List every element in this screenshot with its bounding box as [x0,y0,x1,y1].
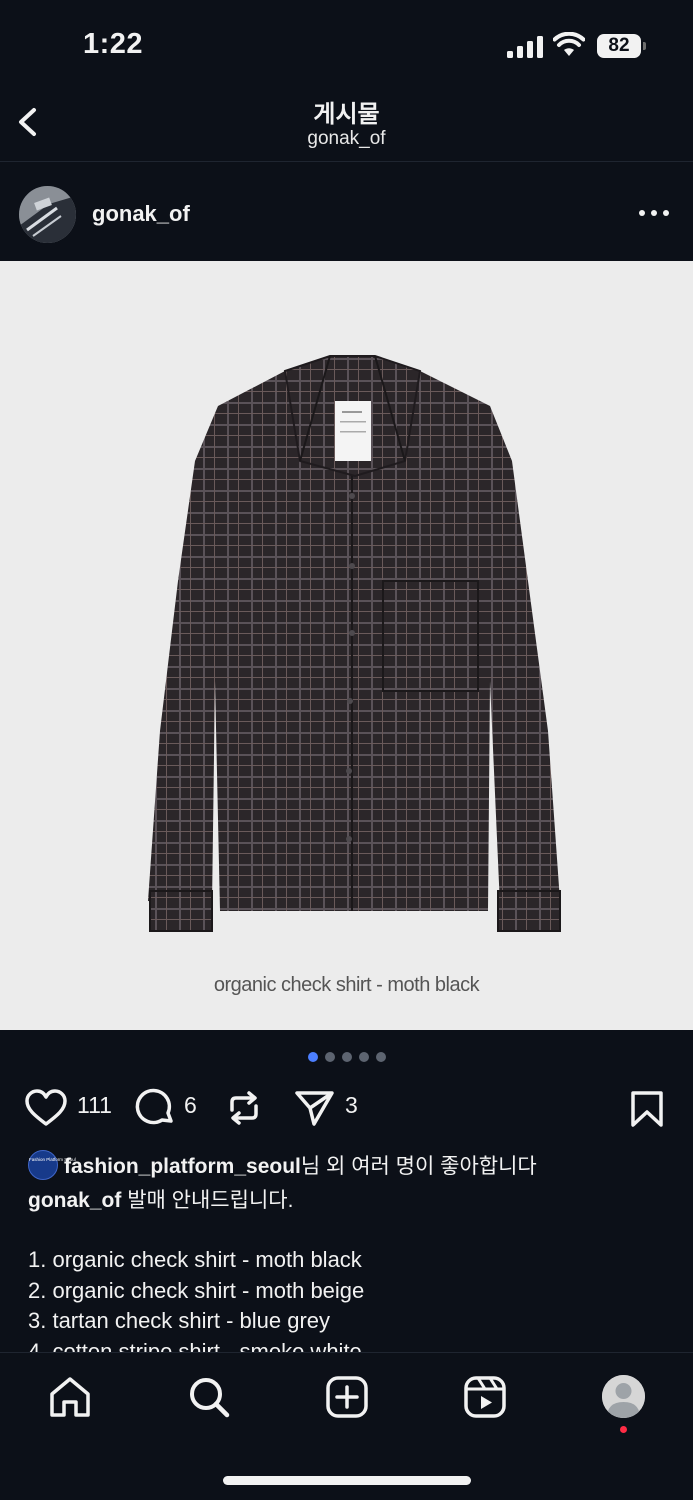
profile-placeholder-icon [602,1375,645,1418]
post-header: gonak_of [0,163,693,261]
like-action[interactable]: 111 [24,1082,114,1130]
caption-line: 3. tartan check shirt - blue grey [28,1308,331,1333]
share-action[interactable]: 3 [294,1082,364,1130]
top-header: 게시물 gonak_of [0,90,693,162]
plus-square-icon[interactable] [323,1373,371,1421]
caption-line: 1. organic check shirt - moth black [28,1247,362,1272]
profile-avatar[interactable] [602,1375,645,1418]
carousel-dot [341,1052,352,1062]
send-icon[interactable] [294,1088,336,1128]
share-count: 3 [345,1092,358,1118]
reels-icon[interactable] [461,1373,509,1421]
comment-count: 6 [184,1092,197,1118]
post-username[interactable]: gonak_of [92,201,190,227]
ellipsis-icon[interactable] [634,201,674,225]
home-icon[interactable] [46,1373,94,1421]
search-icon[interactable] [185,1373,233,1421]
battery-level: 82 [608,35,630,56]
heart-icon[interactable] [24,1088,68,1128]
notification-dot [620,1426,627,1433]
post-image[interactable]: organic check shirt - moth black [0,261,693,1030]
page-title: 게시물 [313,101,380,128]
post-actions: 111 6 3 [0,1082,693,1130]
author-avatar[interactable] [19,186,76,243]
caption-line: 4. cotton stripe shirt - smoke white [28,1338,362,1354]
liker-username[interactable]: fashion_platform_seoul [64,1155,301,1178]
check-shirt-image [148,355,561,932]
caption-body: 1. organic check shirt - moth black 2. o… [28,1245,668,1353]
status-bar: 1:22 82 [0,0,693,90]
signal-icon [507,36,543,58]
avatar-image [19,186,76,243]
carousel-indicator [0,1052,693,1064]
carousel-dot [324,1052,335,1062]
bookmark-icon[interactable] [627,1088,667,1128]
repost-icon[interactable] [224,1088,264,1128]
like-count: 111 [77,1092,112,1118]
comment-action[interactable]: 6 [134,1082,204,1130]
likes-text: 님 외 여러 명이 좋아합니다 [300,1155,537,1178]
likes-summary[interactable]: Fashion Platform Seoul fashion_platform_s… [28,1150,537,1182]
caption-line: 2. organic check shirt - moth beige [28,1277,365,1303]
wifi-icon [553,32,585,56]
image-caption: organic check shirt - moth black [213,974,480,996]
status-time: 1:22 [83,28,144,60]
carousel-dot-active [307,1052,318,1062]
post-caption: gonak_of 발매 안내드립니다. [28,1184,668,1214]
page-subtitle: gonak_of [307,128,386,149]
save-action[interactable] [627,1082,667,1130]
home-indicator[interactable] [223,1476,471,1485]
comment-icon[interactable] [134,1088,176,1128]
battery-icon: 82 [597,34,647,58]
caption-text: 발매 안내드립니다. [127,1189,294,1212]
liker-avatar[interactable]: Fashion Platform Seoul [28,1150,76,1181]
carousel-dot [358,1052,369,1062]
carousel-dot [375,1052,386,1062]
repost-action[interactable] [224,1082,266,1130]
caption-username[interactable]: gonak_of [28,1189,121,1212]
